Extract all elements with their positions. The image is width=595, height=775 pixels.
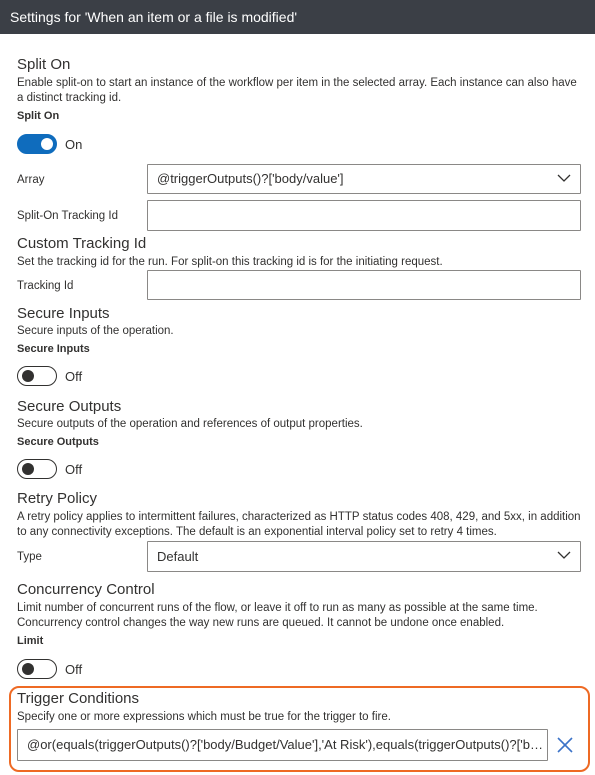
toggle-knob [41, 138, 53, 150]
tracking-id-input[interactable] [147, 270, 581, 300]
secure-outputs-title: Secure Outputs [17, 398, 122, 415]
split-on-state: On [65, 137, 83, 152]
split-on-tracking-label: Split-On Tracking Id [17, 210, 118, 222]
secure-outputs-toggle[interactable] [17, 459, 57, 479]
concurrency-toggle[interactable] [17, 659, 57, 679]
secure-inputs-title: Secure Inputs [17, 305, 110, 322]
close-icon[interactable] [556, 736, 574, 754]
chevron-down-icon [557, 174, 571, 182]
retry-type-value: Default [157, 549, 199, 564]
array-dropdown[interactable]: @triggerOutputs()?['body/value'] [147, 164, 581, 194]
custom-tracking-title: Custom Tracking Id [17, 235, 147, 252]
split-on-toggle-label: Split On [17, 110, 60, 122]
concurrency-state: Off [65, 662, 83, 677]
secure-outputs-toggle-label: Secure Outputs [17, 436, 99, 448]
retry-type-dropdown[interactable]: Default [147, 541, 581, 572]
concurrency-description: Limit number of concurrent runs of the f… [17, 602, 538, 629]
trigger-conditions-description: Specify one or more expressions which mu… [17, 711, 391, 723]
tracking-id-label: Tracking Id [17, 280, 74, 292]
retry-policy-description: A retry policy applies to intermittent f… [17, 511, 581, 538]
secure-inputs-toggle[interactable] [17, 366, 57, 386]
custom-tracking-description: Set the tracking id for the run. For spl… [17, 256, 443, 268]
secure-inputs-state: Off [65, 369, 83, 384]
array-value: @triggerOutputs()?['body/value'] [157, 171, 344, 186]
toggle-knob [22, 463, 34, 475]
secure-inputs-toggle-label: Secure Inputs [17, 343, 90, 355]
retry-policy-title: Retry Policy [17, 490, 98, 507]
concurrency-title: Concurrency Control [17, 581, 155, 598]
concurrency-toggle-label: Limit [17, 635, 44, 647]
settings-header: Settings for 'When an item or a file is … [0, 0, 595, 34]
trigger-condition-input[interactable]: @or(equals(triggerOutputs()?['body/Budge… [17, 729, 548, 761]
toggle-knob [22, 663, 34, 675]
secure-outputs-state: Off [65, 462, 83, 477]
trigger-condition-value: @or(equals(triggerOutputs()?['body/Budge… [27, 737, 547, 752]
split-on-toggle[interactable] [17, 134, 57, 154]
secure-outputs-description: Secure outputs of the operation and refe… [17, 418, 363, 430]
retry-type-label: Type [17, 551, 42, 563]
secure-inputs-description: Secure inputs of the operation. [17, 325, 174, 337]
split-on-description: Enable split-on to start an instance of … [17, 77, 577, 104]
settings-title: Settings for 'When an item or a file is … [10, 9, 298, 25]
split-on-title: Split On [17, 56, 71, 73]
trigger-conditions-title: Trigger Conditions [17, 690, 139, 707]
toggle-knob [22, 370, 34, 382]
chevron-down-icon [557, 551, 571, 559]
split-on-tracking-input[interactable] [147, 200, 581, 231]
array-label: Array [17, 174, 45, 186]
